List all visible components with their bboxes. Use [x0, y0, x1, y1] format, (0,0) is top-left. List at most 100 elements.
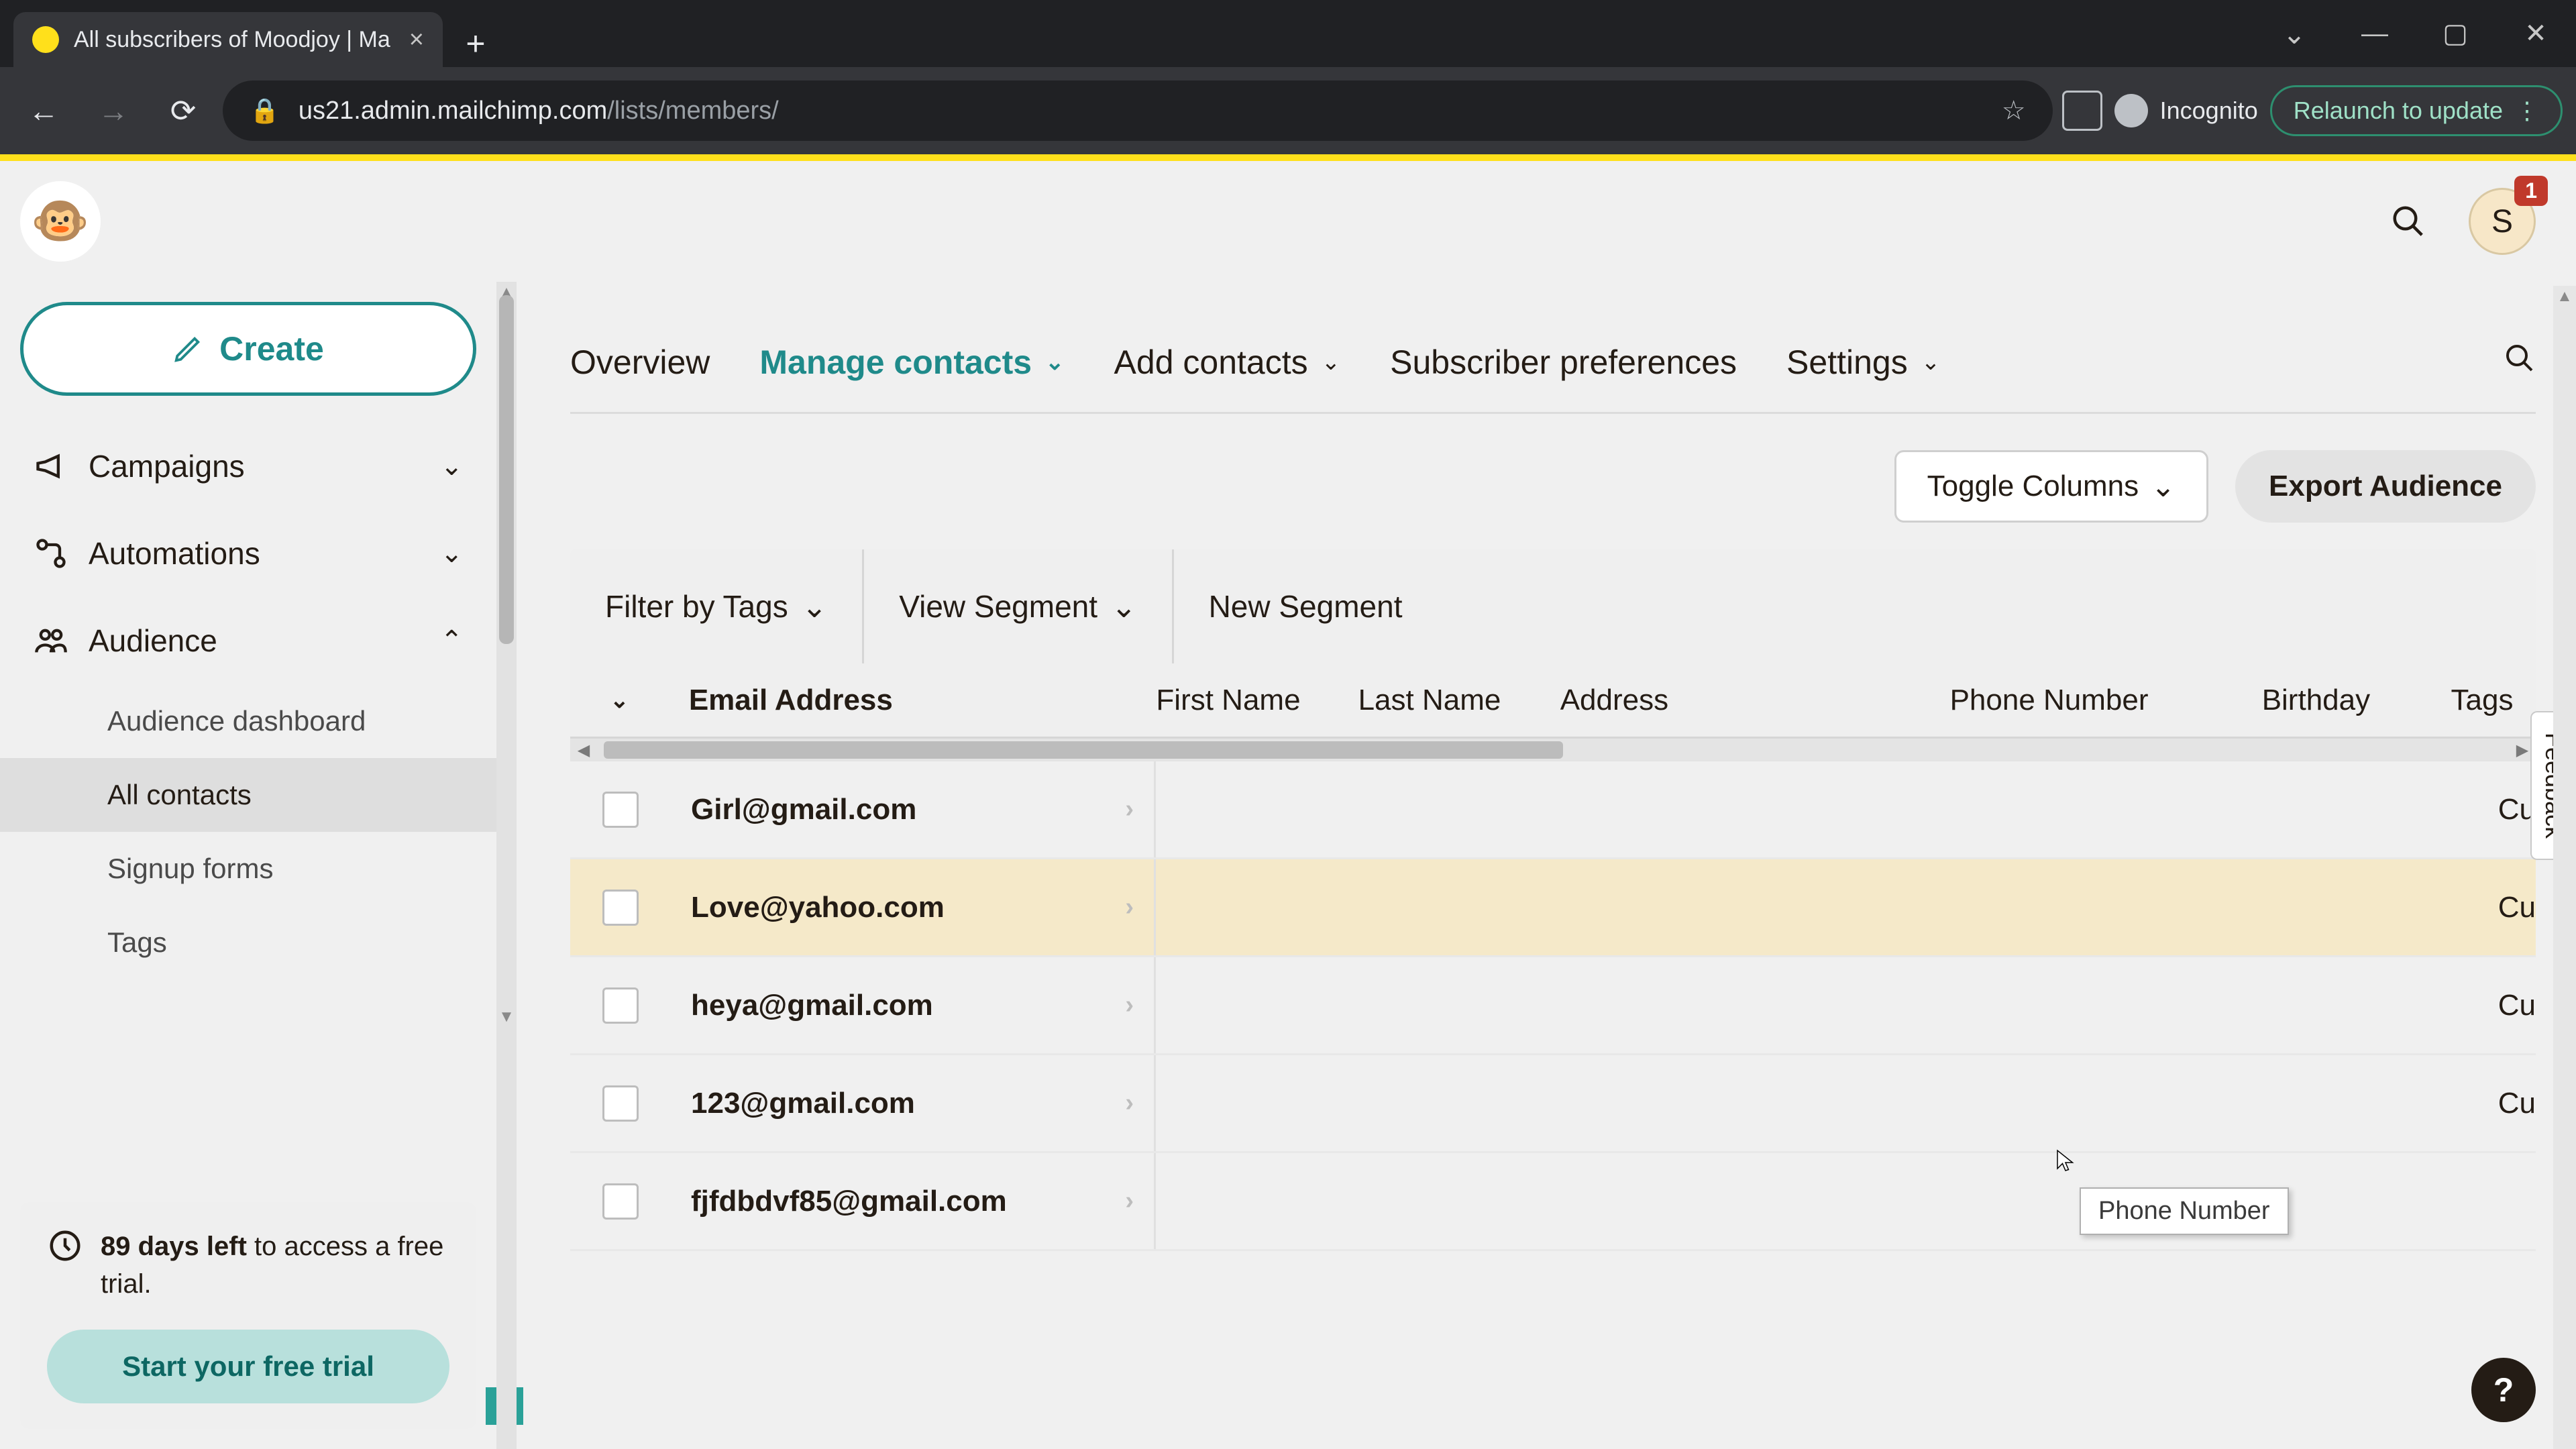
tab-settings[interactable]: Settings⌄	[1786, 343, 1940, 382]
row-email[interactable]: Girl@gmail.com›	[671, 761, 1154, 857]
tab-overview[interactable]: Overview	[570, 343, 710, 382]
incognito-badge[interactable]: Incognito	[2114, 94, 2258, 127]
sidebar-sub-audience-dashboard[interactable]: Audience dashboard	[20, 684, 476, 758]
lock-icon: 🔒	[250, 97, 280, 125]
row-email[interactable]: fjfdbdvf85@gmail.com›	[671, 1153, 1154, 1249]
tab-favicon	[32, 26, 59, 53]
chevron-down-icon: ⌄	[440, 538, 463, 569]
col-email[interactable]: Email Address	[669, 684, 1136, 717]
chevron-down-icon: ⌄	[1921, 349, 1941, 376]
browser-tab[interactable]: All subscribers of Moodjoy | Ma ×	[13, 12, 443, 67]
row-checkbox[interactable]	[602, 792, 639, 828]
account-menu[interactable]: S 1	[2469, 188, 2536, 255]
page-tabs: Overview Manage contacts⌄ Add contacts⌄ …	[570, 342, 2536, 414]
close-icon[interactable]: ×	[409, 25, 424, 54]
table-row[interactable]: Love@yahoo.com›Cu	[570, 859, 2536, 957]
select-all[interactable]: ⌄	[570, 687, 669, 714]
row-rest: Cu	[1154, 1055, 2536, 1151]
maximize-button[interactable]: ▢	[2415, 0, 2496, 67]
search-icon[interactable]	[2375, 188, 2442, 255]
filter-by-tags[interactable]: Filter by Tags⌄	[570, 549, 864, 663]
sidebar-sub-tags[interactable]: Tags	[20, 906, 476, 979]
sidebar-sub-label: Audience dashboard	[107, 705, 366, 737]
new-tab-button[interactable]: +	[452, 20, 499, 67]
sidebar-sub-signup-forms[interactable]: Signup forms	[20, 832, 476, 906]
mailchimp-logo[interactable]: 🐵	[20, 181, 101, 262]
tab-label: Overview	[570, 343, 710, 382]
tab-manage-contacts[interactable]: Manage contacts⌄	[759, 343, 1064, 382]
new-segment[interactable]: New Segment	[1174, 549, 1438, 663]
scrollbar-thumb[interactable]	[499, 295, 514, 644]
row-checkbox[interactable]	[602, 890, 639, 926]
sidebar-item-automations[interactable]: Automations ⌄	[20, 510, 476, 597]
create-label: Create	[219, 329, 324, 368]
row-email[interactable]: Love@yahoo.com›	[671, 859, 1154, 955]
kebab-icon: ⋮	[2515, 97, 2539, 125]
chevron-down-icon: ⌄	[1045, 349, 1065, 376]
relaunch-button[interactable]: Relaunch to update ⋮	[2270, 85, 2563, 136]
extensions-icon[interactable]	[2062, 91, 2102, 131]
segment-toolbar: Filter by Tags⌄ View Segment⌄ New Segmen…	[570, 549, 2536, 663]
sidebar-scrollbar[interactable]: ▲ ▼	[496, 282, 517, 1449]
pencil-icon	[172, 333, 203, 364]
toggle-columns-button[interactable]: Toggle Columns⌄	[1894, 450, 2208, 523]
row-checkbox-cell	[570, 957, 671, 1053]
sidebar-sub-all-contacts[interactable]: All contacts	[0, 758, 496, 832]
scroll-left-icon[interactable]: ◀	[570, 741, 597, 760]
row-email[interactable]: heya@gmail.com›	[671, 957, 1154, 1053]
main-scrollbar[interactable]: ▲	[2553, 286, 2576, 1449]
row-checkbox[interactable]	[602, 1085, 639, 1122]
close-window-button[interactable]: ✕	[2496, 0, 2576, 67]
email-text: 123@gmail.com	[691, 1087, 915, 1120]
browser-chrome: All subscribers of Moodjoy | Ma × + ⌄ — …	[0, 0, 2576, 161]
chevron-right-icon: ›	[1125, 893, 1134, 922]
col-address[interactable]: Address	[1540, 684, 1930, 717]
scrollbar-thumb[interactable]	[604, 741, 1563, 759]
scroll-up-icon[interactable]: ▲	[2553, 287, 2576, 306]
row-rest: Cu	[1154, 761, 2536, 857]
flow-icon	[34, 536, 68, 571]
sidebar-item-audience[interactable]: Audience ⌃	[20, 597, 476, 684]
table-row[interactable]: Girl@gmail.com›Cu	[570, 761, 2536, 859]
table-row[interactable]: 123@gmail.com›Cu	[570, 1055, 2536, 1153]
minimize-button[interactable]: —	[2334, 0, 2415, 67]
forward-button[interactable]: →	[83, 80, 144, 141]
url-input[interactable]: 🔒 us21.admin.mailchimp.com/lists/members…	[223, 80, 2053, 141]
col-tags[interactable]: Tags	[2431, 684, 2536, 717]
start-trial-button[interactable]: Start your free trial	[47, 1330, 449, 1403]
table-row[interactable]: heya@gmail.com›Cu	[570, 957, 2536, 1055]
tab-search-icon[interactable]: ⌄	[2254, 0, 2334, 67]
tab-subscriber-prefs[interactable]: Subscriber preferences	[1390, 343, 1737, 382]
chevron-down-icon: ⌄	[610, 687, 629, 714]
trial-days: 89 days left	[101, 1232, 247, 1261]
row-checkbox[interactable]	[602, 987, 639, 1024]
row-email[interactable]: 123@gmail.com›	[671, 1055, 1154, 1151]
clock-icon	[47, 1228, 83, 1264]
row-checkbox[interactable]	[602, 1183, 639, 1220]
table-body: Girl@gmail.com›CuLove@yahoo.com›Cuheya@g…	[570, 761, 2536, 1251]
col-first-name[interactable]: First Name	[1136, 684, 1338, 717]
sidebar: Create Campaigns ⌄ Automations ⌄ Audienc…	[0, 282, 496, 1449]
view-segment[interactable]: View Segment⌄	[864, 549, 1173, 663]
scroll-down-icon[interactable]: ▼	[496, 1008, 517, 1026]
reload-button[interactable]: ⟳	[153, 80, 213, 141]
table-horizontal-scrollbar[interactable]: ◀ ▶	[570, 739, 2536, 761]
export-audience-button[interactable]: Export Audience	[2235, 450, 2536, 523]
bookmark-icon[interactable]: ☆	[2002, 95, 2026, 126]
tab-add-contacts[interactable]: Add contacts⌄	[1114, 343, 1341, 382]
col-last-name[interactable]: Last Name	[1338, 684, 1540, 717]
help-button[interactable]: ?	[2471, 1358, 2536, 1422]
chevron-up-icon: ⌃	[440, 625, 463, 656]
back-button[interactable]: ←	[13, 80, 74, 141]
row-rest: Cu	[1154, 859, 2536, 955]
tab-label: Add contacts	[1114, 343, 1308, 382]
table-search-icon[interactable]	[2504, 342, 2536, 382]
create-button[interactable]: Create	[20, 302, 476, 396]
row-checkbox-cell	[570, 761, 671, 857]
sidebar-item-campaigns[interactable]: Campaigns ⌄	[20, 423, 476, 510]
col-phone[interactable]: Phone Number	[1930, 684, 2242, 717]
sidebar-item-label: Audience	[89, 623, 217, 659]
col-birthday[interactable]: Birthday	[2242, 684, 2431, 717]
view-segment-label: View Segment	[899, 588, 1097, 625]
app-header: 🐵 S 1	[0, 161, 2576, 282]
